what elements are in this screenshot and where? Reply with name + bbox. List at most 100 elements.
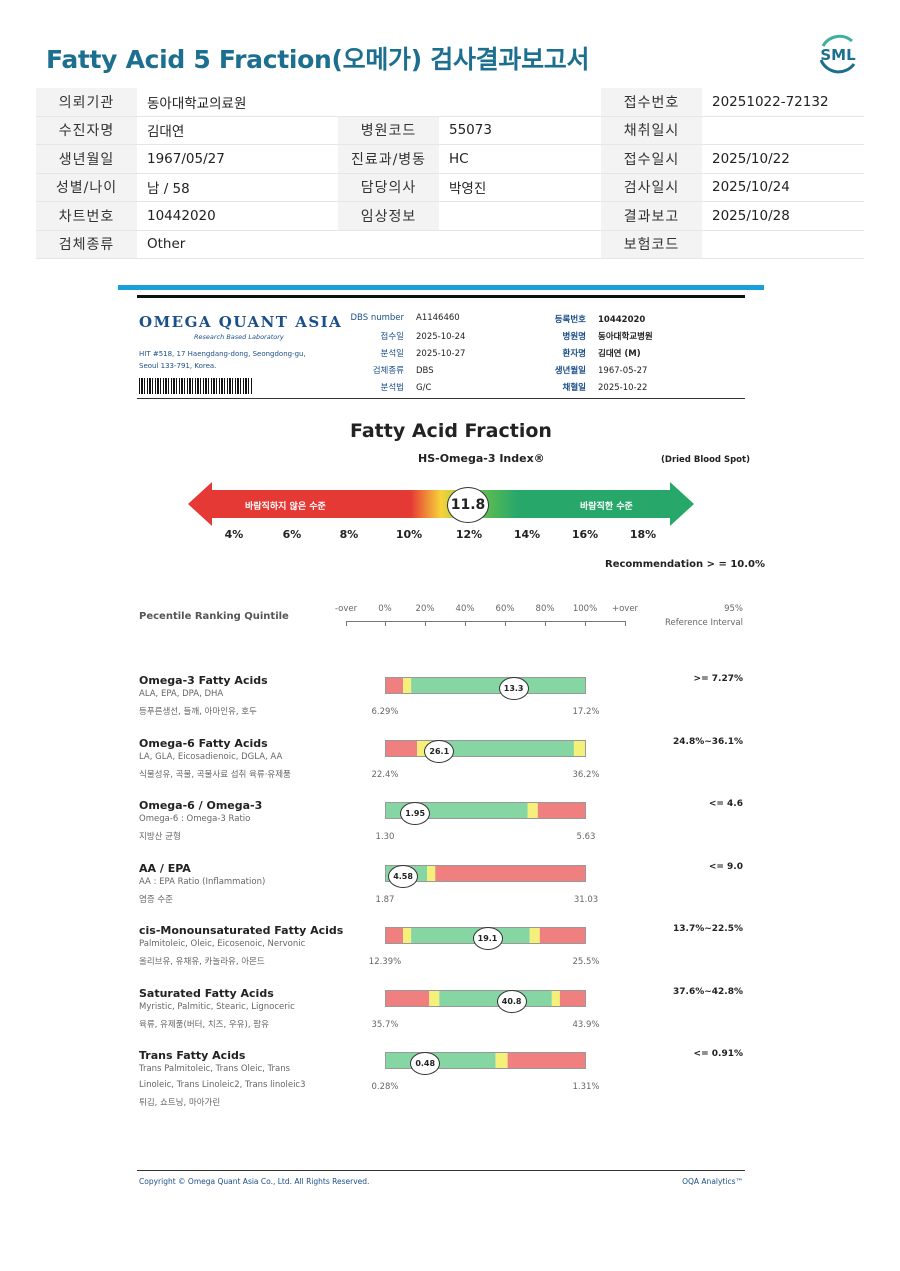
bar-segment [429, 989, 440, 1007]
specimen-key: 분석일 [380, 349, 404, 359]
page-title: Fatty Acid 5 Fraction(오메가) 검사결과보고서 [46, 45, 590, 74]
specimen-key: 생년월일 [554, 366, 586, 376]
bad-level-label: 바람직하지 않은 수준 [245, 502, 326, 512]
value-marker: 13.3 [498, 677, 529, 700]
info-value: 2025/10/24 [702, 173, 864, 202]
fatty-acid-subtitle: LA, GLA, Eicosadienoic, DGLA, AA [139, 751, 283, 762]
reference-interval: >= 7.27% [693, 674, 743, 684]
info-row: 수진자명 김대연 병원코드 55073 채취일시 [36, 116, 864, 145]
fatty-acid-row: Omega-6 / Omega-3 Omega-6 : Omega-3 Ratio… [118, 799, 764, 859]
fatty-acid-subtitle: 식물성유, 곡물, 곡물사료 섭취 육류·유제품 [139, 769, 291, 780]
range-high: 1.31% [572, 1082, 600, 1092]
info-label [338, 230, 439, 259]
info-label: 담당의사 [338, 173, 439, 202]
specimen-field: 등록번호 10442020 [518, 313, 646, 325]
info-label: 진료과/병동 [338, 144, 439, 174]
bar-segment [403, 927, 412, 944]
chart-title: Fatty Acid Fraction [350, 420, 552, 442]
info-label: 생년월일 [36, 144, 137, 174]
fatty-acid-subtitle: Palmitoleic, Oleic, Eicosenoic, Nervonic [139, 939, 306, 949]
specimen-value: 2025-10-22 [598, 383, 648, 393]
specimen-field: DBS number A1146460 [344, 313, 460, 323]
index-tick-label: 8% [339, 528, 359, 541]
specimen-value: G/C [416, 383, 432, 393]
lab-subtitle: Research Based Laboratory [194, 333, 284, 341]
specimen-field: 환자명 김대연 (M) [518, 347, 641, 359]
info-row: 성별/나이 남 / 58 담당의사 박영진 검사일시 2025/10/24 [36, 173, 864, 202]
fatty-acid-subtitle: 등푸른생선, 들깨, 아마인유, 호두 [139, 707, 257, 717]
info-row: 생년월일 1967/05/27 진료과/병동 HC 접수일시 2025/10/22 [36, 144, 864, 174]
bar-segment [495, 1052, 508, 1069]
bar-segment [411, 927, 530, 944]
fatty-acid-subtitle: 육류, 유제품(버터, 치즈, 우유), 팜유 [139, 1019, 269, 1030]
info-value: 남 / 58 [137, 173, 338, 202]
fatty-acid-name: Omega-6 / Omega-3 [139, 799, 263, 812]
info-value: 20251022-72132 [702, 88, 864, 117]
info-label: 검사일시 [601, 173, 702, 202]
fatty-acid-subtitle: 지방산 균형 [139, 832, 181, 842]
footer-divider [137, 1170, 745, 1171]
info-label: 보험코드 [601, 230, 702, 259]
specimen-value: 10442020 [598, 315, 646, 325]
bar-segment [507, 1052, 586, 1069]
percentile-bar [385, 739, 586, 757]
range-high: 25.5% [572, 957, 600, 967]
range-low: 35.7% [371, 1019, 399, 1030]
specimen-key: 접수일 [380, 332, 404, 342]
value-marker: 19.1 [472, 927, 503, 950]
fatty-acid-row: cis-Monounsaturated Fatty Acids Palmitole… [118, 924, 764, 984]
specimen-field: 검체종류 DBS [344, 364, 434, 376]
percentile-scale-label: 100% [572, 604, 598, 614]
report-divider [137, 295, 745, 298]
reference-interval: 13.7%~22.5% [673, 924, 743, 934]
info-value: Other [137, 230, 338, 259]
specimen-field: 접수일 2025-10-24 [344, 330, 466, 342]
percentile-scale-label: 80% [535, 604, 555, 614]
patient-info-table: 의뢰기관 동아대학교의료원 접수번호 20251022-72132 수진자명 김대연 병원코… [36, 88, 864, 259]
index-tick-label: 16% [571, 528, 599, 541]
fatty-acid-subtitle: Linoleic, Trans Linoleic2, Trans linolei… [139, 1080, 306, 1090]
range-high: 31.03 [573, 894, 599, 905]
fatty-acid-row: Omega-3 Fatty Acids ALA, EPA, DPA, DHA 등푸른… [118, 674, 764, 734]
reference-interval: 24.8%~36.1% [673, 736, 743, 747]
info-label: 수진자명 [36, 116, 137, 145]
fatty-acid-name: cis-Monounsaturated Fatty Acids [139, 924, 344, 937]
range-low: 0.28% [371, 1082, 399, 1092]
info-row: 의뢰기관 동아대학교의료원 접수번호 20251022-72132 [36, 88, 864, 117]
info-value: 박영진 [439, 173, 601, 202]
reference-interval: <= 0.91% [693, 1049, 743, 1059]
good-level-label: 바람직한 수준 [580, 502, 633, 512]
fatty-acid-name: Omega-6 Fatty Acids [139, 736, 268, 750]
index-tick-label: 10% [395, 528, 423, 541]
info-row: 차트번호 10442020 임상정보 결과보고 2025/10/28 [36, 201, 864, 231]
svg-text:SML: SML [820, 46, 856, 64]
bar-segment [439, 989, 552, 1007]
index-tick-label: 18% [629, 528, 657, 541]
range-high: 17.2% [572, 707, 600, 717]
fatty-acid-row: Omega-6 Fatty Acids LA, GLA, Eicosadienoi… [118, 737, 764, 797]
specimen-value: A1146460 [416, 313, 460, 323]
percentile-title: Pecentile Ranking Quintile [139, 611, 289, 622]
percentile-scale-label: 0% [378, 604, 392, 614]
percentile-scale-label: 40% [455, 604, 475, 614]
info-label [338, 88, 439, 117]
specimen-key: 분석법 [380, 383, 404, 393]
specimen-field: 분석일 2025-10-27 [344, 347, 466, 359]
lab-logo: OMEGA QUANT ASIA [139, 313, 343, 331]
bar-segment [529, 927, 540, 944]
info-value [702, 230, 864, 259]
reference-interval: <= 4.6 [708, 799, 743, 809]
value-marker: 1.95 [400, 802, 431, 825]
specimen-value: DBS [416, 366, 434, 376]
range-high: 43.9% [572, 1019, 600, 1030]
specimen-key: 등록번호 [554, 315, 586, 325]
index-tick-label: 14% [513, 528, 541, 541]
percentile-scale-label: +over [611, 604, 639, 614]
fatty-acid-subtitle: Omega-6 : Omega-3 Ratio [139, 814, 251, 824]
bar-segment [527, 802, 538, 819]
bar-segment [559, 989, 586, 1007]
index-tick-label: 12% [455, 528, 483, 541]
bar-segment [385, 989, 430, 1007]
percentile-scale-label: 60% [495, 604, 515, 614]
footer-copyright: Copyright © Omega Quant Asia Co., Ltd. A… [139, 1177, 370, 1186]
